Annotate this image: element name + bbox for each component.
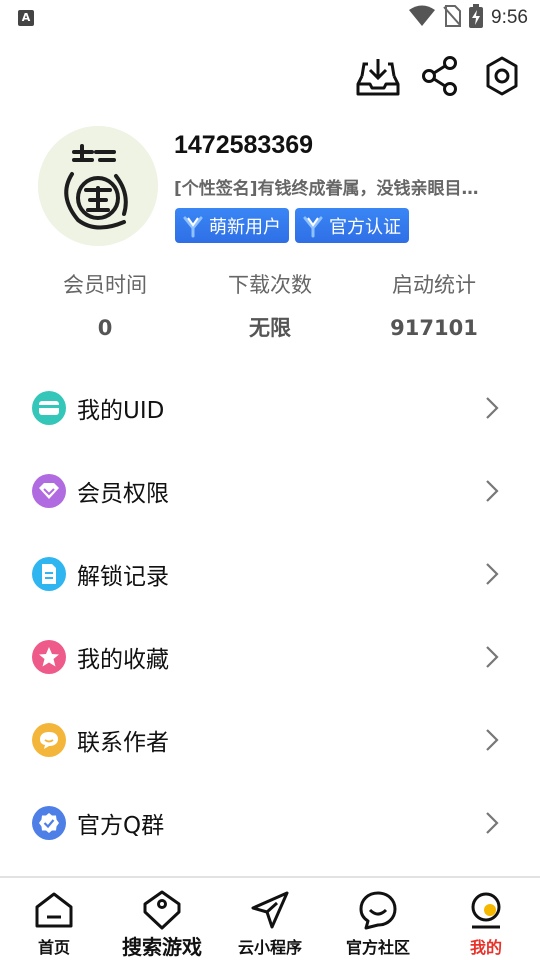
chevron-right-icon	[484, 562, 500, 586]
status-icons: 9:56	[409, 4, 528, 32]
clock: 9:56	[491, 7, 528, 28]
chat-icon	[32, 722, 66, 757]
menu-label: 解锁记录	[77, 563, 169, 590]
battery-charging-icon	[469, 4, 484, 32]
chevron-right-icon	[484, 645, 500, 669]
status-bar: A 9:56	[0, 0, 540, 36]
tuning-fork-icon	[301, 214, 325, 238]
bottom-nav: 首页 搜索游戏 云小程序 官方社区 我的	[0, 876, 540, 960]
profile-icon	[464, 888, 508, 932]
stat-label: 启动统计	[392, 273, 476, 297]
stat-value: 无限	[249, 316, 291, 340]
chevron-right-icon	[484, 396, 500, 420]
nav-label: 首页	[37, 938, 70, 957]
badge-label: 官方认证	[329, 216, 401, 238]
settings-icon[interactable]	[480, 54, 524, 98]
nav-label: 官方社区	[345, 938, 410, 957]
profile-title: 1472583369	[174, 131, 314, 159]
stat-member-time: 会员时间 0	[25, 268, 185, 348]
badge-row: 萌新用户 官方认证	[175, 208, 409, 243]
menu-item-qq-group[interactable]: 官方Q群	[0, 781, 540, 864]
verified-icon	[32, 805, 66, 840]
no-sim-icon	[443, 5, 462, 31]
menu-list: 我的UID 会员权限 解锁记录 我的收藏 联系作者 官方Q群	[0, 366, 540, 864]
nav-label: 我的	[469, 938, 502, 957]
nav-item-cloud-miniapps[interactable]: 云小程序	[216, 878, 324, 960]
stat-value: 0	[97, 316, 113, 340]
badge-official: 官方认证	[295, 208, 409, 243]
home-icon	[32, 888, 76, 932]
nav-item-search-games[interactable]: 搜索游戏	[108, 878, 216, 960]
menu-label: 联系作者	[77, 729, 169, 756]
menu-label: 我的收藏	[77, 646, 169, 673]
smile-chat-icon	[356, 888, 400, 932]
chevron-right-icon	[484, 811, 500, 835]
stat-download-count: 下载次数 无限	[190, 268, 350, 348]
menu-item-favorites[interactable]: 我的收藏	[0, 615, 540, 698]
menu-label: 我的UID	[77, 397, 165, 424]
nav-item-home[interactable]: 首页	[0, 878, 108, 960]
menu-label: 官方Q群	[77, 812, 165, 839]
stat-launch-count: 启动统计 917101	[354, 268, 514, 348]
badge-new-user: 萌新用户	[175, 208, 289, 243]
app-notification-icon: A	[18, 10, 34, 26]
stats-row: 会员时间 0 下载次数 无限 启动统计 917101	[0, 268, 540, 348]
send-icon	[248, 888, 292, 932]
menu-item-vip[interactable]: 会员权限	[0, 449, 540, 532]
star-icon	[32, 639, 66, 674]
menu-item-unlock-records[interactable]: 解锁记录	[0, 532, 540, 615]
chevron-right-icon	[484, 479, 500, 503]
chevron-right-icon	[484, 728, 500, 752]
top-actions	[356, 54, 524, 98]
card-icon	[32, 390, 66, 425]
stat-value: 917101	[390, 316, 478, 340]
badge-label: 萌新用户	[209, 216, 281, 238]
tag-icon	[140, 888, 184, 932]
profile-signature: [个性签名]有钱终成眷属，没钱亲眼目…	[174, 179, 479, 199]
stat-label: 下载次数	[228, 273, 312, 297]
download-inbox-icon[interactable]	[356, 54, 400, 98]
nav-item-me[interactable]: 我的	[432, 878, 540, 960]
nav-item-community[interactable]: 官方社区	[324, 878, 432, 960]
stat-label: 会员时间	[63, 273, 147, 297]
tuning-fork-icon	[181, 214, 205, 238]
avatar[interactable]	[38, 126, 158, 246]
menu-item-uid[interactable]: 我的UID	[0, 366, 540, 449]
wifi-icon	[409, 5, 436, 31]
menu-label: 会员权限	[77, 480, 169, 507]
menu-item-contact-author[interactable]: 联系作者	[0, 698, 540, 781]
nav-label: 云小程序	[237, 938, 302, 957]
share-icon[interactable]	[418, 54, 462, 98]
vip-diamond-icon	[32, 473, 66, 508]
nav-label: 搜索游戏	[122, 935, 202, 959]
document-icon	[32, 556, 66, 591]
